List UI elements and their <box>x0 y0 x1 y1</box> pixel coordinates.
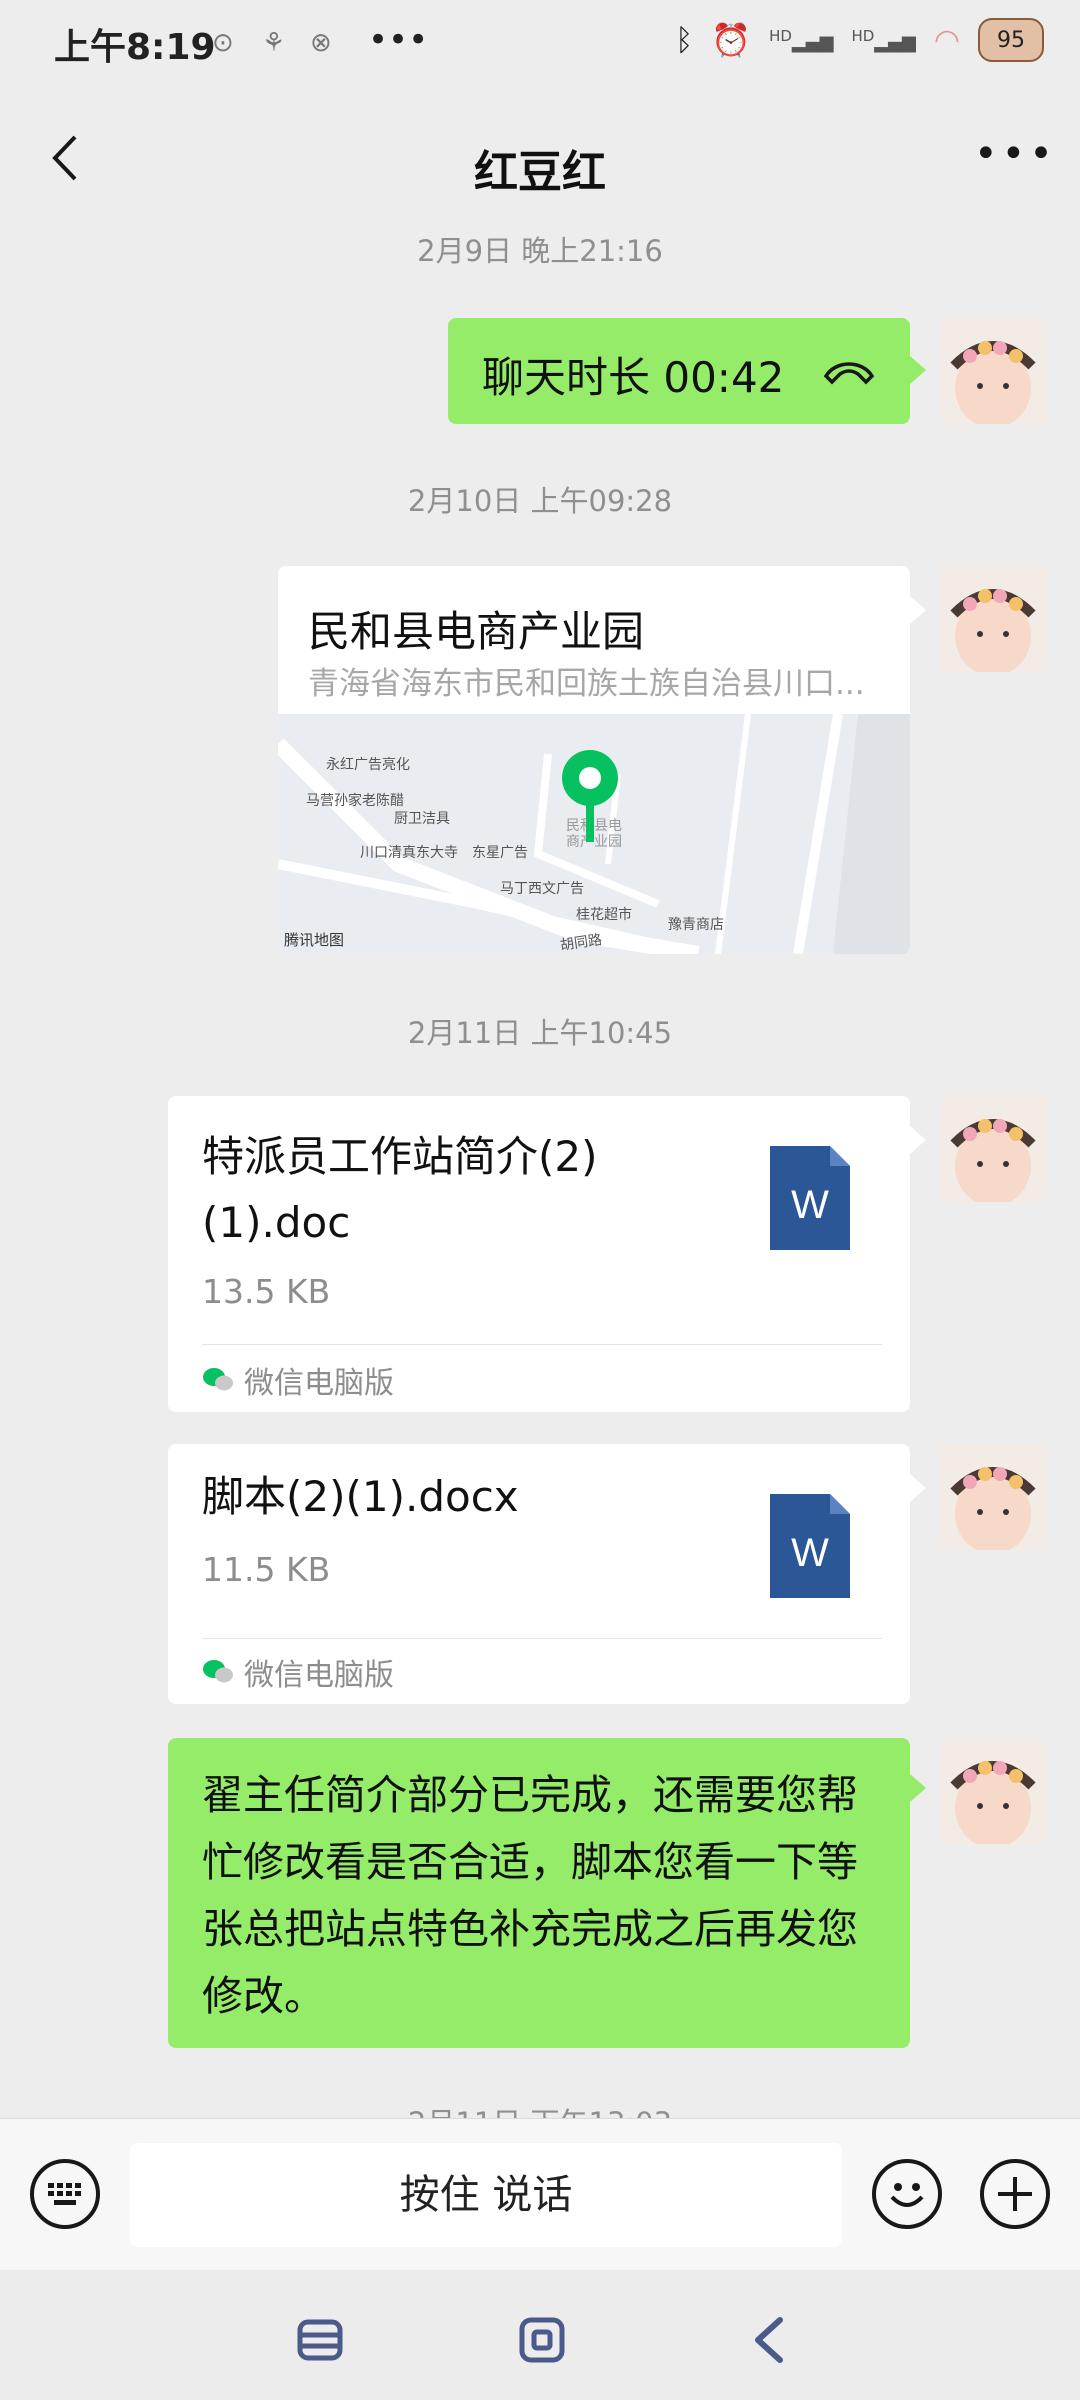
location-name: 民和县电商产业园 <box>308 607 645 656</box>
file-name: 脚本(2)(1).docx <box>202 1472 519 1521</box>
keyboard-icon <box>48 2183 81 2205</box>
location-card[interactable]: 民和县电商产业园 青海省海东市民和回族土族自治县川口... 永红广告亮化 马营孙… <box>278 566 910 954</box>
baby-avatar-icon <box>940 318 1046 424</box>
file-source: 微信电脑版 <box>202 1650 394 1694</box>
file-name: 特派员工作站简介(2)(1).doc <box>202 1132 598 1247</box>
keyboard-button[interactable] <box>30 2159 100 2229</box>
system-nav-bar <box>0 2270 1080 2400</box>
bluetooth-icon: ᛒ <box>675 22 694 58</box>
file-card[interactable]: 脚本(2)(1).docx 11.5 KB W 微信电脑版 <box>168 1444 910 1704</box>
signal-icon: HD▂▄▆ <box>851 27 916 53</box>
word-document-icon: W <box>770 1146 850 1250</box>
home-button[interactable] <box>512 2310 572 2370</box>
menu-icon <box>297 2319 343 2361</box>
file-source: 微信电脑版 <box>202 1358 394 1402</box>
home-icon <box>519 2317 565 2363</box>
notification-icon: ⊙ <box>212 28 234 58</box>
hold-to-talk-button[interactable]: 按住 说话 <box>130 2143 842 2247</box>
alarm-icon: ⏰ <box>711 21 752 59</box>
avatar[interactable] <box>940 1444 1046 1550</box>
more-notifications-icon: ••• <box>368 20 429 60</box>
battery-icon: 95 <box>978 18 1044 62</box>
baby-avatar-icon <box>940 1738 1046 1844</box>
call-record-bubble[interactable]: 聊天时长 00:42 <box>448 318 910 424</box>
signal-icon: HD▂▄▆ <box>769 27 834 53</box>
back-nav-button[interactable] <box>740 2310 800 2370</box>
map-preview[interactable]: 永红广告亮化 马营孙家老陈醋 厨卫洁具 川口清真东大寺 东星广告 马丁西文广告 … <box>278 714 910 954</box>
bubble-tail <box>910 356 926 384</box>
back-arrow-icon <box>755 2317 783 2363</box>
timestamp: 2月9日 晚上21:16 <box>417 234 663 268</box>
avatar[interactable] <box>940 1738 1046 1844</box>
baby-avatar-icon <box>940 1096 1046 1202</box>
file-card[interactable]: 特派员工作站简介(2)(1).doc 13.5 KB W 微信电脑版 <box>168 1096 910 1412</box>
status-time: 上午8:19 <box>54 27 216 68</box>
call-duration-text: 聊天时长 00:42 <box>482 353 785 402</box>
bubble-tail <box>910 1126 926 1154</box>
avatar[interactable] <box>940 1096 1046 1202</box>
chat-header: 红豆红 ••• <box>0 100 1080 220</box>
plus-icon <box>998 2177 1032 2211</box>
map-brand: 腾讯地图 <box>284 931 345 949</box>
location-pin-icon <box>562 750 618 842</box>
svg-text:W: W <box>791 1183 829 1227</box>
file-size: 11.5 KB <box>202 1550 331 1589</box>
baby-avatar-icon <box>940 566 1046 672</box>
svg-text:W: W <box>791 1531 829 1575</box>
add-more-button[interactable] <box>980 2159 1050 2229</box>
status-bar: 上午8:19 ⊙ ⚘ ⊗ ••• ᛒ ⏰ HD▂▄▆ HD▂▄▆ ◠ 95 <box>0 0 1080 90</box>
emoji-button[interactable] <box>872 2159 942 2229</box>
wifi-icon: ◠ <box>933 22 960 58</box>
notification-icon: ⊗ <box>310 28 332 58</box>
avatar[interactable] <box>940 318 1046 424</box>
baby-avatar-icon <box>940 1444 1046 1550</box>
status-icons: ᛒ ⏰ HD▂▄▆ HD▂▄▆ ◠ 95 <box>675 18 1044 62</box>
bubble-tail <box>910 1474 926 1502</box>
avatar[interactable] <box>940 566 1046 672</box>
timestamp: 2月10日 上午09:28 <box>407 484 673 518</box>
file-size: 13.5 KB <box>202 1272 331 1311</box>
location-address: 青海省海东市民和回族土族自治县川口... <box>308 666 865 702</box>
bubble-tail <box>910 596 926 624</box>
wechat-icon <box>203 1368 233 1391</box>
more-button[interactable]: ••• <box>974 134 1053 184</box>
recent-apps-button[interactable] <box>290 2310 350 2370</box>
bubble-tail <box>910 1774 926 1802</box>
notification-icon: ⚘ <box>262 28 286 58</box>
wechat-icon <box>203 1660 233 1683</box>
chat-title: 红豆红 <box>474 147 606 198</box>
message-text: 翟主任简介部分已完成，还需要您帮忙修改看是否合适，脚本您看一下等张总把站点特色补… <box>202 1771 858 2020</box>
divider <box>202 1638 882 1639</box>
input-bar: 按住 说话 <box>0 2118 1080 2271</box>
divider <box>202 1344 882 1345</box>
timestamp: 2月11日 上午10:45 <box>407 1016 673 1050</box>
text-message-bubble[interactable]: 翟主任简介部分已完成，还需要您帮忙修改看是否合适，脚本您看一下等张总把站点特色补… <box>168 1738 910 2048</box>
word-document-icon: W <box>770 1494 850 1598</box>
phone-hangup-icon <box>823 362 875 385</box>
smiley-icon <box>890 2183 924 2207</box>
